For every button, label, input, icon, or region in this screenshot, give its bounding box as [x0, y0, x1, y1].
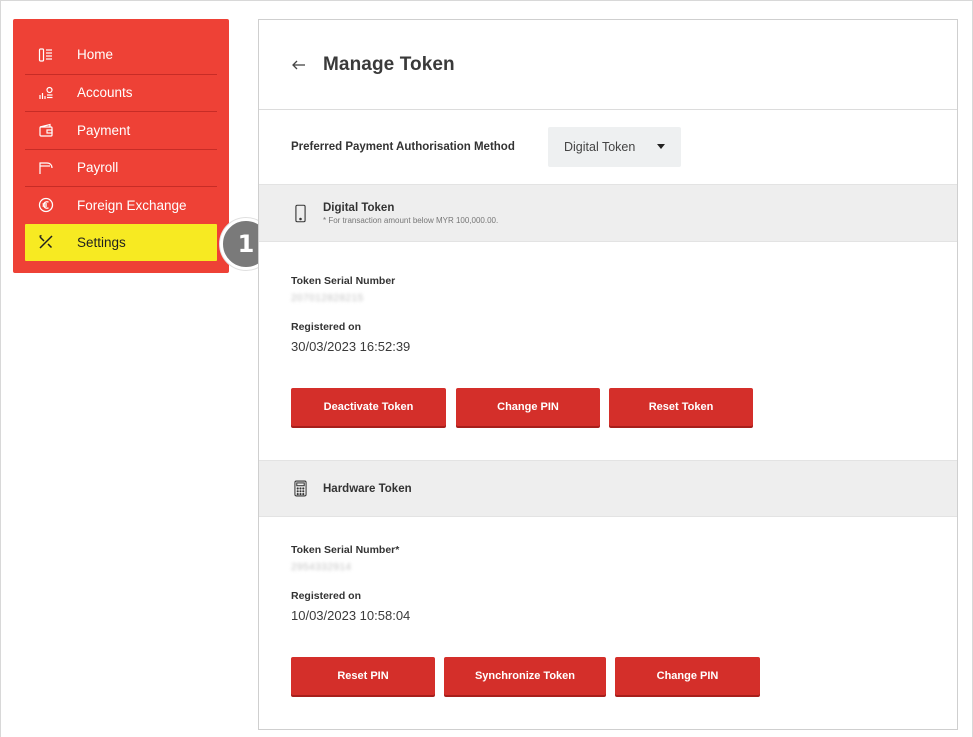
sidebar-item-settings[interactable]: Settings — [25, 223, 217, 261]
calculator-icon — [291, 476, 309, 502]
sidebar-item-label: Home — [77, 47, 114, 63]
sidebar-item-label: Payroll — [77, 160, 119, 176]
digital-token-title: Digital Token — [323, 201, 395, 214]
auth-method-select[interactable]: Digital Token — [548, 127, 681, 167]
digital-token-body: Token Serial Number 207012828215 Registe… — [259, 242, 957, 460]
hardware-token-title: Hardware Token — [323, 482, 412, 495]
auth-method-label: Preferred Payment Authorisation Method — [291, 141, 515, 153]
auth-method-selected-value: Digital Token — [564, 140, 636, 154]
synchronize-token-button[interactable]: Synchronize Token — [444, 657, 606, 695]
euro-icon — [37, 196, 55, 214]
registered-on-label: Registered on — [291, 321, 362, 333]
sidebar-item-label: Accounts — [77, 85, 133, 101]
change-pin-button[interactable]: Change PIN — [615, 657, 760, 695]
reset-token-button[interactable]: Reset Token — [609, 388, 753, 426]
caret-down-icon — [657, 144, 665, 149]
hardware-token-body: Token Serial Number* 2954332914 Register… — [259, 517, 957, 732]
serial-number-label: Token Serial Number* — [291, 544, 400, 556]
sidebar: Home Accounts Payment Payroll Foreign Ex… — [13, 19, 229, 273]
sidebar-item-foreign-exchange[interactable]: Foreign Exchange — [25, 186, 217, 224]
change-pin-button[interactable]: Change PIN — [456, 388, 600, 426]
reset-pin-button[interactable]: Reset PIN — [291, 657, 435, 695]
registered-on-value: 10/03/2023 10:58:04 — [291, 608, 411, 623]
deactivate-token-button[interactable]: Deactivate Token — [291, 388, 446, 426]
serial-number-value: 2954332914 — [291, 562, 352, 573]
serial-number-label: Token Serial Number — [291, 275, 396, 287]
sidebar-item-label: Foreign Exchange — [77, 197, 187, 213]
manage-token-card: Manage Token Preferred Payment Authorisa… — [258, 19, 958, 730]
page-title: Manage Token — [323, 53, 455, 75]
sidebar-item-label: Payment — [77, 122, 131, 138]
registered-on-label: Registered on — [291, 590, 362, 602]
sidebar-item-accounts[interactable]: Accounts — [25, 73, 217, 112]
serial-number-value: 207012828215 — [291, 293, 364, 304]
hardware-token-header: Hardware Token — [259, 460, 957, 517]
sidebar-item-payroll[interactable]: Payroll — [25, 148, 217, 187]
payroll-icon — [37, 159, 55, 177]
wallet-icon — [37, 121, 55, 139]
home-icon — [37, 46, 55, 64]
card-header: Manage Token — [259, 20, 957, 110]
sidebar-item-payment[interactable]: Payment — [25, 111, 217, 149]
auth-method-row: Preferred Payment Authorisation Method D… — [259, 110, 957, 185]
sidebar-item-home[interactable]: Home — [25, 36, 217, 74]
sidebar-item-label: Settings — [77, 234, 126, 250]
registered-on-value: 30/03/2023 16:52:39 — [291, 339, 411, 354]
tools-icon — [37, 233, 55, 251]
digital-token-header: Digital Token * For transaction amount b… — [259, 185, 957, 242]
smartphone-icon — [291, 200, 309, 226]
accounts-icon — [37, 84, 55, 102]
arrow-left-icon[interactable] — [291, 57, 307, 73]
digital-token-note: * For transaction amount below MYR 100,0… — [323, 215, 499, 225]
